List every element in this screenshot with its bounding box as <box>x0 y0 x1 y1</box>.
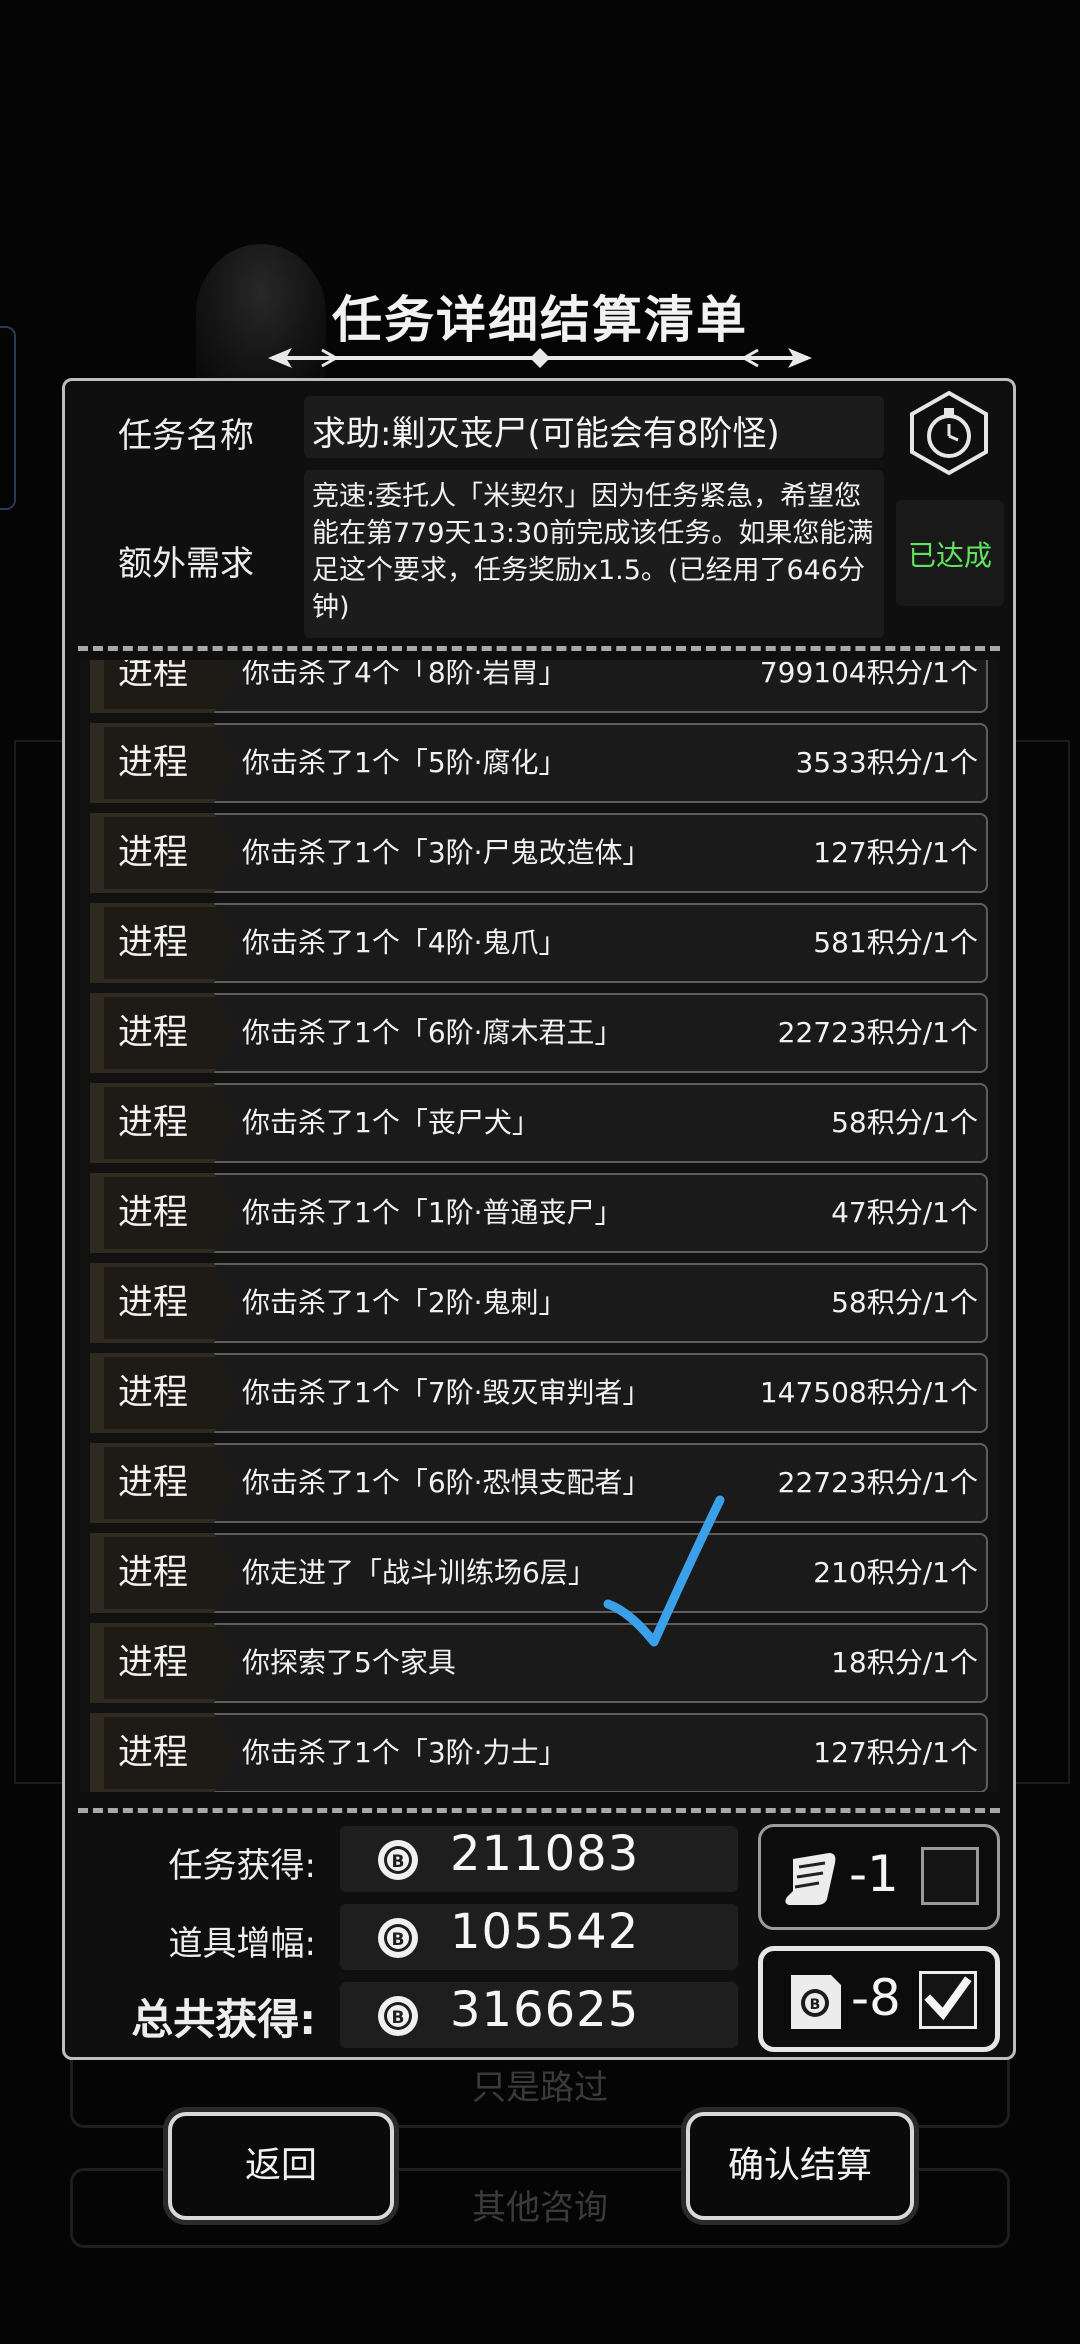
progress-tag-label: 进程 <box>117 1013 188 1053</box>
progress-points: 58积分/1个 <box>831 1106 978 1139</box>
option-other-inquiry-label: 其他咨询 <box>472 2188 608 2228</box>
confirm-settlement-button[interactable]: 确认结算 <box>686 2112 914 2220</box>
extra-requirement-label: 额外需求 <box>118 544 254 584</box>
coin-icon: B <box>378 1918 418 1958</box>
task-earned-label: 任务获得: <box>168 1846 316 1886</box>
coin-icon: B <box>378 1996 418 2036</box>
progress-description: 你击杀了1个「2阶·鬼刺」 <box>242 1286 567 1319</box>
coin-icon: B <box>378 1840 418 1880</box>
item-card-coin-doc-value: -8 <box>851 1969 901 2027</box>
progress-list[interactable]: 进程 你击杀了4个「8阶·岩胄」 799104积分/1个 进程 你击杀了1个「5阶·腐化… <box>80 660 998 1792</box>
progress-tag-label: 进程 <box>117 1553 188 1593</box>
background-side-tab <box>0 326 16 510</box>
task-name: 求助:剿灭丧尸(可能会有8阶怪) <box>312 414 780 454</box>
achieved-status: 已达成 <box>907 539 992 572</box>
progress-row: 进程 你击杀了4个「8阶·岩胄」 799104积分/1个 <box>80 660 998 713</box>
coin-document-icon: B <box>791 1975 841 2029</box>
progress-points: 147508积分/1个 <box>759 1376 978 1409</box>
progress-row: 进程 你探索了5个家具 18积分/1个 <box>80 1623 998 1703</box>
progress-description: 你击杀了1个「6阶·恐惧支配者」 <box>242 1466 651 1499</box>
title-ornament-icon <box>268 348 812 368</box>
progress-points: 127积分/1个 <box>813 1736 978 1769</box>
task-name-label: 任务名称 <box>118 416 254 456</box>
progress-description: 你击杀了1个「5阶·腐化」 <box>242 746 567 779</box>
progress-points: 47积分/1个 <box>831 1196 978 1229</box>
progress-description: 你走进了「战斗训练场6层」 <box>242 1556 596 1589</box>
item-card-coin-doc-checkbox[interactable] <box>919 1971 977 2029</box>
svg-text:B: B <box>810 1997 821 2013</box>
item-card-coin-doc[interactable]: B -8 <box>758 1946 1000 2052</box>
progress-tag-label: 进程 <box>117 923 188 963</box>
dialog-title: 任务详细结算清单 <box>332 291 748 349</box>
task-earned-value: 211083 <box>450 1826 640 1882</box>
progress-tag-label: 进程 <box>117 1283 188 1323</box>
progress-tag-label: 进程 <box>117 1733 188 1773</box>
item-bonus-label: 道具增幅: <box>168 1924 316 1964</box>
back-button-label: 返回 <box>244 2145 317 2186</box>
progress-description: 你击杀了1个「4阶·鬼爪」 <box>242 926 567 959</box>
progress-row: 进程 你击杀了1个「丧尸犬」 58积分/1个 <box>80 1083 998 1163</box>
progress-row: 进程 你击杀了1个「6阶·腐木君王」 22723积分/1个 <box>80 993 998 1073</box>
progress-points: 18积分/1个 <box>831 1646 978 1679</box>
progress-points: 3533积分/1个 <box>795 746 978 779</box>
progress-row: 进程 你击杀了1个「1阶·普通丧尸」 47积分/1个 <box>80 1173 998 1253</box>
extra-requirement-text: 竞速:委托人「米契尔」因为任务紧急，希望您能在第779天13:30前完成该任务。… <box>312 481 874 623</box>
progress-row: 进程 你击杀了1个「7阶·毁灭审判者」 147508积分/1个 <box>80 1353 998 1433</box>
progress-points: 58积分/1个 <box>831 1286 978 1319</box>
progress-points: 127积分/1个 <box>813 836 978 869</box>
svg-text:B: B <box>392 1852 405 1872</box>
progress-tag-label: 进程 <box>117 743 188 783</box>
item-bonus-value: 105542 <box>450 1904 640 1960</box>
check-mark-icon <box>603 1495 725 1647</box>
progress-row: 进程 你击杀了1个「5阶·腐化」 3533积分/1个 <box>80 723 998 803</box>
progress-description: 你击杀了1个「1阶·普通丧尸」 <box>242 1196 623 1229</box>
progress-description: 你击杀了1个「7阶·毁灭审判者」 <box>242 1376 651 1409</box>
progress-description: 你击杀了1个「3阶·力士」 <box>242 1736 567 1769</box>
progress-points: 799104积分/1个 <box>759 660 978 689</box>
progress-tag-label: 进程 <box>117 833 188 873</box>
progress-tag-label: 进程 <box>117 660 188 693</box>
progress-tag-label: 进程 <box>117 1373 188 1413</box>
progress-description: 你击杀了4个「8阶·岩胄」 <box>242 660 567 689</box>
progress-row: 进程 你击杀了1个「2阶·鬼刺」 58积分/1个 <box>80 1263 998 1343</box>
total-earned-value: 316625 <box>450 1982 640 2038</box>
progress-tag-label: 进程 <box>117 1463 188 1503</box>
item-card-scroll-checkbox[interactable] <box>921 1847 979 1905</box>
progress-points: 581积分/1个 <box>813 926 978 959</box>
progress-points: 22723积分/1个 <box>777 1466 978 1499</box>
item-card-scroll-value: -1 <box>849 1845 899 1903</box>
checkbox-check-icon <box>924 1976 972 2021</box>
svg-text:B: B <box>392 2008 405 2028</box>
dialog-title-wrap: 任务详细结算清单 <box>0 280 1080 352</box>
option-just-passing-label: 只是路过 <box>472 2068 608 2108</box>
progress-row: 进程 你击杀了1个「3阶·力士」 127积分/1个 <box>80 1713 998 1792</box>
progress-row: 进程 你击杀了1个「4阶·鬼爪」 581积分/1个 <box>80 903 998 983</box>
progress-row: 进程 你击杀了1个「6阶·恐惧支配者」 22723积分/1个 <box>80 1443 998 1523</box>
progress-description: 你击杀了1个「3阶·尸鬼改造体」 <box>242 836 651 869</box>
progress-tag-label: 进程 <box>117 1193 188 1233</box>
background-frame-right <box>1010 740 1070 1784</box>
progress-tag-label: 进程 <box>117 1103 188 1143</box>
stopwatch-icon <box>910 390 988 476</box>
progress-description: 你探索了5个家具 <box>242 1646 456 1679</box>
progress-row: 进程 你击杀了1个「3阶·尸鬼改造体」 127积分/1个 <box>80 813 998 893</box>
progress-description: 你击杀了1个「丧尸犬」 <box>242 1106 540 1139</box>
back-button[interactable]: 返回 <box>168 2112 394 2220</box>
item-card-scroll[interactable]: -1 <box>758 1824 1000 1930</box>
progress-description: 你击杀了1个「6阶·腐木君王」 <box>242 1016 623 1049</box>
progress-row: 进程 你走进了「战斗训练场6层」 210积分/1个 <box>80 1533 998 1613</box>
progress-tag-label: 进程 <box>117 1643 188 1683</box>
confirm-settlement-button-label: 确认结算 <box>727 2145 872 2186</box>
total-earned-label: 总共获得: <box>131 1995 316 2044</box>
divider-top <box>78 646 1000 651</box>
progress-list-inner: 进程 你击杀了4个「8阶·岩胄」 799104积分/1个 进程 你击杀了1个「5阶·腐化… <box>80 660 998 1792</box>
divider-bottom <box>78 1808 1000 1813</box>
progress-points: 210积分/1个 <box>813 1556 978 1589</box>
scroll-icon <box>785 1853 836 1905</box>
progress-points: 22723积分/1个 <box>777 1016 978 1049</box>
svg-text:B: B <box>392 1930 405 1950</box>
